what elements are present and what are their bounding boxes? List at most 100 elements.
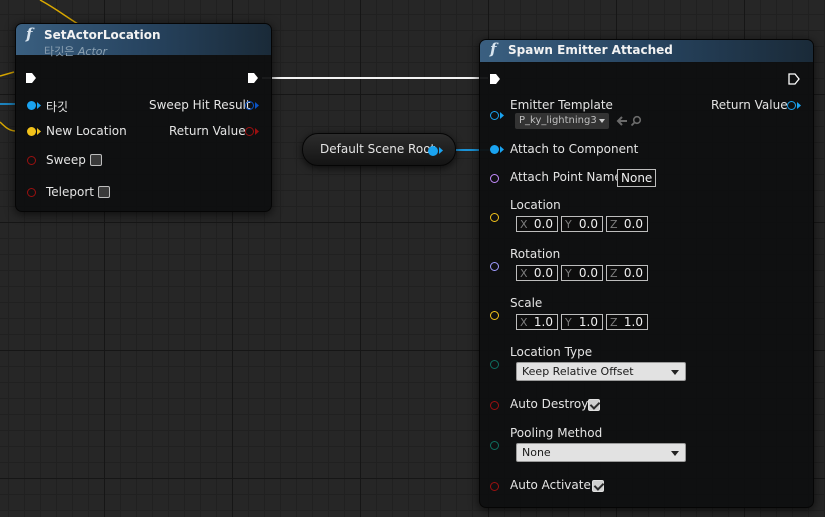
scale-y-value: 1.0 [578, 315, 598, 329]
sweep-checkbox[interactable] [90, 154, 102, 166]
wire-exec-upper [39, 0, 79, 25]
location-y-field[interactable]: Y 0.0 [561, 216, 603, 232]
target-pin-label: 타깃 [46, 100, 69, 114]
new-location-pin-label: New Location [46, 124, 127, 138]
rotation-x-field[interactable]: X 0.0 [516, 265, 558, 281]
location-label: Location [510, 198, 561, 212]
rotation-pin[interactable] [490, 262, 499, 271]
rotation-z-value: 0.0 [623, 266, 643, 280]
teleport-checkbox[interactable] [98, 186, 110, 198]
axis-y-label: Y [565, 217, 572, 231]
set-actor-location-header[interactable]: f SetActorLocation 타깃은 Actor [16, 24, 271, 58]
location-x-field[interactable]: X 0.0 [516, 216, 558, 232]
auto-destroy-checkbox[interactable] [588, 399, 600, 411]
function-f-icon: f [26, 25, 33, 43]
sweep-pin-label: Sweep [46, 153, 86, 167]
spawn-return-value-pin[interactable] [787, 101, 796, 110]
set-actor-location-title: SetActorLocation [44, 28, 161, 42]
sla-return-value-pin[interactable] [245, 127, 254, 136]
axis-x-label: X [520, 266, 528, 280]
attach-to-component-pin[interactable] [490, 145, 499, 154]
rotation-z-field[interactable]: Z 0.0 [606, 265, 648, 281]
attach-point-name-pin[interactable] [490, 174, 499, 183]
search-icon[interactable] [630, 115, 642, 127]
pooling-method-dropdown[interactable]: None [516, 443, 686, 462]
spawn-exec-in-icon[interactable] [489, 73, 501, 85]
wire-exec-left [0, 71, 15, 77]
rotation-vector-input: X 0.0 Y 0.0 Z 0.0 [516, 265, 648, 281]
auto-activate-label: Auto Activate [510, 478, 591, 492]
scale-z-field[interactable]: Z 1.0 [606, 314, 648, 330]
rotation-y-value: 0.0 [578, 266, 598, 280]
pooling-method-pin[interactable] [490, 441, 499, 450]
auto-activate-checkbox[interactable] [592, 480, 604, 492]
teleport-pin-label: Teleport [46, 185, 94, 199]
sweep-hit-result-pin[interactable] [245, 101, 254, 110]
location-pin[interactable] [490, 213, 499, 222]
auto-destroy-label: Auto Destroy [510, 397, 589, 411]
axis-z-label: Z [610, 217, 618, 231]
sweep-pin[interactable] [27, 156, 36, 165]
attach-to-component-label: Attach to Component [510, 142, 639, 156]
function-f-icon: f [490, 40, 497, 58]
new-location-pin-arrow-icon [37, 128, 41, 135]
auto-activate-pin[interactable] [490, 482, 499, 491]
scale-x-value: 1.0 [533, 315, 553, 329]
target-pin[interactable] [27, 101, 36, 110]
axis-x-label: X [520, 315, 528, 329]
spawn-return-value-arrow-icon [797, 102, 801, 109]
location-type-dropdown[interactable]: Keep Relative Offset [516, 362, 686, 381]
exec-out-icon[interactable] [247, 72, 259, 84]
spawn-emitter-attached-header[interactable]: f Spawn Emitter Attached [480, 40, 813, 62]
wire-vector-left [0, 121, 17, 132]
spawn-exec-out-icon[interactable] [788, 73, 800, 85]
set-actor-location-subtitle: 타깃은 Actor [44, 45, 108, 58]
scale-vector-input: X 1.0 Y 1.0 Z 1.0 [516, 314, 648, 330]
location-type-value: Keep Relative Offset [522, 365, 634, 378]
emitter-template-picker[interactable]: P_ky_lightning3 [515, 113, 609, 129]
teleport-pin[interactable] [27, 188, 36, 197]
axis-z-label: Z [610, 315, 618, 329]
location-type-label: Location Type [510, 345, 593, 359]
set-actor-location-node[interactable]: f SetActorLocation 타깃은 Actor [15, 23, 272, 212]
rotation-y-field[interactable]: Y 0.0 [561, 265, 603, 281]
spawn-return-value-label: Return Value [711, 98, 788, 112]
dropdown-arrow-icon [599, 119, 605, 123]
pooling-method-label: Pooling Method [510, 426, 603, 440]
scale-x-field[interactable]: X 1.0 [516, 314, 558, 330]
location-y-value: 0.0 [578, 217, 598, 231]
browse-arrow-icon[interactable] [616, 115, 628, 127]
emitter-template-label: Emitter Template [510, 98, 613, 112]
axis-z-label: Z [610, 266, 618, 280]
exec-in-icon[interactable] [25, 72, 37, 84]
default-scene-root-arrow-icon [439, 147, 443, 154]
location-vector-input: X 0.0 Y 0.0 Z 0.0 [516, 216, 648, 232]
attach-point-name-label: Attach Point Name [510, 170, 622, 184]
target-pin-arrow-icon [37, 102, 41, 109]
sweep-hit-result-label: Sweep Hit Result [149, 98, 251, 112]
default-scene-root-label: Default Scene Root [320, 142, 436, 156]
sweep-hit-result-arrow-icon [255, 102, 259, 109]
location-type-pin[interactable] [490, 360, 499, 369]
chevron-down-icon [671, 370, 679, 375]
spawn-emitter-attached-title: Spawn Emitter Attached [508, 43, 673, 57]
sla-return-value-label: Return Value [169, 124, 246, 138]
default-scene-root-pin[interactable] [428, 146, 438, 156]
location-z-value: 0.0 [623, 217, 643, 231]
sla-return-value-arrow-icon [255, 128, 259, 135]
attach-point-name-input[interactable]: None [617, 169, 656, 187]
new-location-pin[interactable] [27, 127, 36, 136]
emitter-template-pin[interactable] [490, 111, 499, 120]
emitter-template-arrow-icon [500, 112, 504, 119]
axis-y-label: Y [565, 315, 572, 329]
attach-to-component-arrow-icon [500, 146, 504, 153]
scale-pin[interactable] [490, 311, 499, 320]
pooling-method-value: None [522, 446, 551, 459]
axis-y-label: Y [565, 266, 572, 280]
scale-label: Scale [510, 296, 543, 310]
location-z-field[interactable]: Z 0.0 [606, 216, 648, 232]
scale-y-field[interactable]: Y 1.0 [561, 314, 603, 330]
location-x-value: 0.0 [533, 217, 553, 231]
auto-destroy-pin[interactable] [490, 401, 499, 410]
rotation-x-value: 0.0 [533, 266, 553, 280]
